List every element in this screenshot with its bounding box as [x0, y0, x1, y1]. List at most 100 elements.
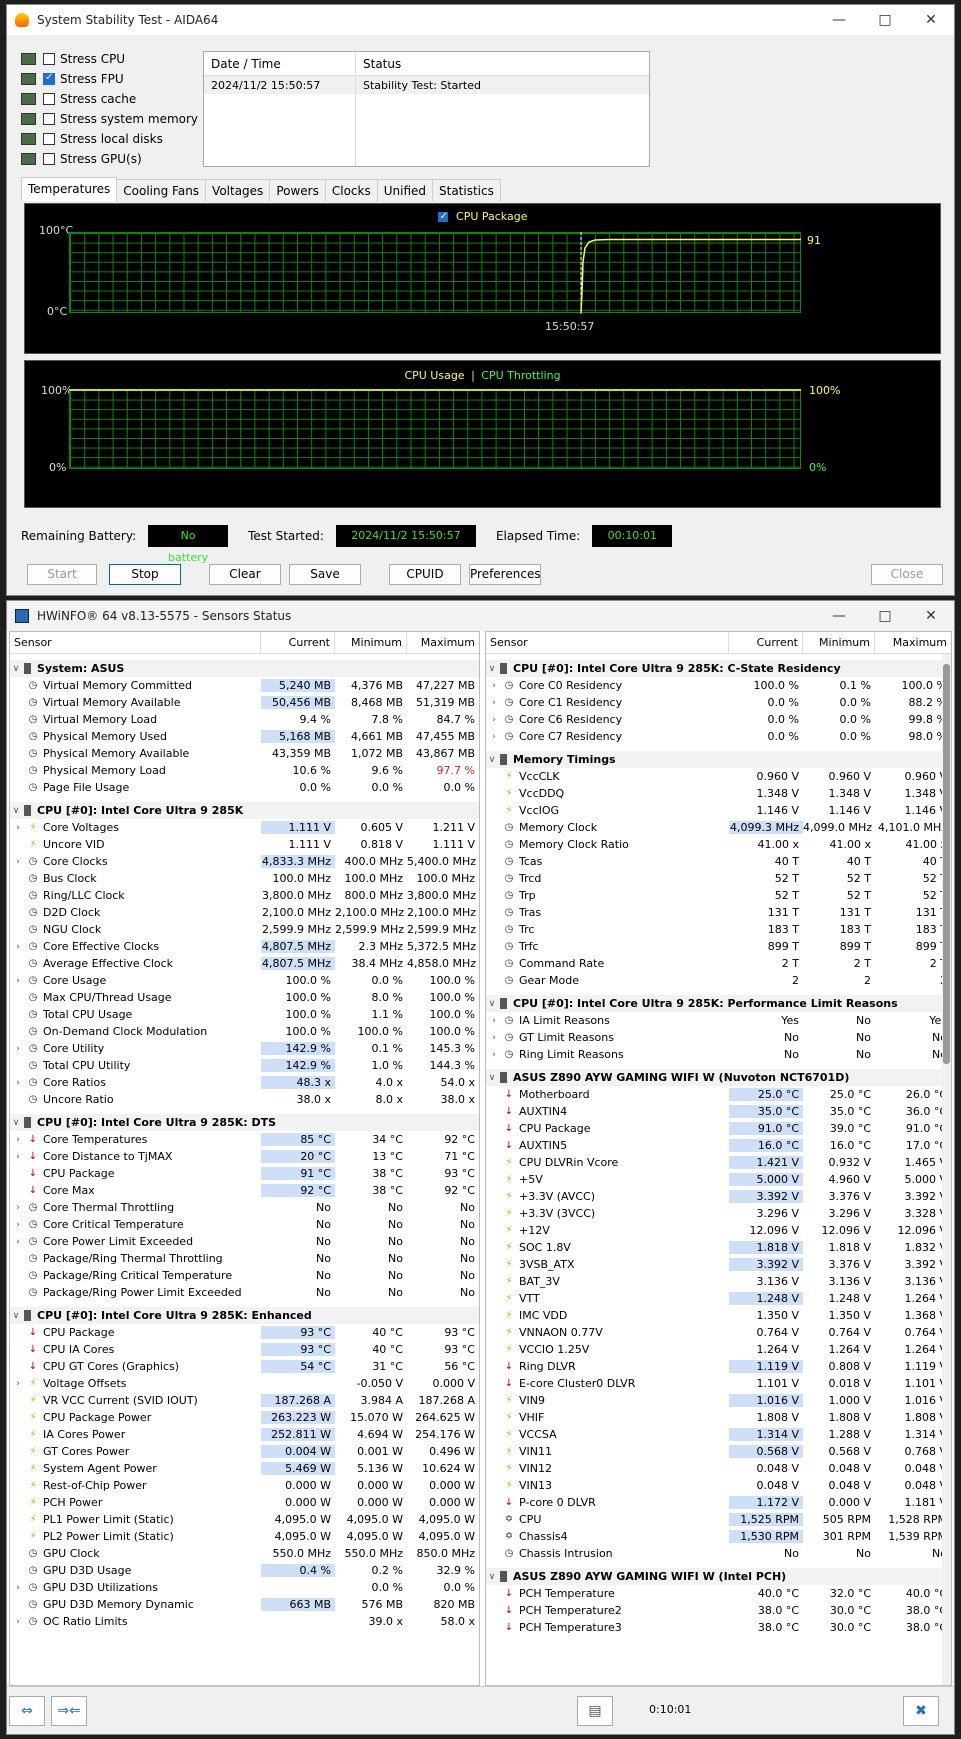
sensor-row[interactable]: › ◷ GT Limit Reasons No No No — [486, 1029, 951, 1046]
sensor-row[interactable]: ◷ NGU Clock 2,599.9 MHz 2,599.9 MHz 2,599.9 … — [10, 921, 479, 938]
minimize-icon[interactable]: — — [816, 608, 862, 624]
sensor-row[interactable]: ◷ Package/Ring Thermal Throttling No No No — [10, 1250, 479, 1267]
sensor-group[interactable]: ∨ CPU [#0]: Intel Core Ultra 9 285K — [10, 802, 479, 819]
sensor-row[interactable]: ⚡ +5V 5.000 V 4.960 V 5.000 V — [486, 1171, 951, 1188]
sensor-row[interactable]: ⚡ VIN9 1.016 V 1.000 V 1.016 V — [486, 1392, 951, 1409]
sensor-row[interactable]: ↓ CPU Package 91.0 °C 39.0 °C 91.0 °C — [486, 1120, 951, 1137]
sensor-row[interactable]: ⚡ VTT 1.248 V 1.248 V 1.264 V — [486, 1290, 951, 1307]
sensor-row[interactable]: › ↓ Core Distance to TjMAX 20 °C 13 °C 71 °C — [10, 1148, 479, 1165]
expand-chevron-icon[interactable]: › — [10, 1203, 26, 1213]
cpu-package-legend-checkbox[interactable] — [437, 211, 448, 222]
sensor-row[interactable]: › ↓ Core Temperatures 85 °C 34 °C 92 °C — [10, 1131, 479, 1148]
sensor-row[interactable]: ◷ On-Demand Clock Modulation 100.0 % 100.0 … — [10, 1023, 479, 1040]
expand-chevron-icon[interactable]: › — [486, 715, 502, 725]
tab-unified[interactable]: Unified — [376, 179, 433, 201]
expand-chevron-icon[interactable]: › — [10, 1379, 26, 1389]
sensor-row[interactable]: ↓ PCH Temperature3 38.0 °C 30.0 °C 38.0 °C — [486, 1619, 951, 1636]
sensor-row[interactable]: ⚡ PL2 Power Limit (Static) 4,095.0 W 4,095.… — [10, 1528, 479, 1545]
sensor-row[interactable]: ◷ Uncore Ratio 38.0 x 8.0 x 38.0 x — [10, 1091, 479, 1108]
sensor-row[interactable]: ⚡ VCCSA 1.314 V 1.288 V 1.314 V — [486, 1426, 951, 1443]
collapse-chevron-icon[interactable]: ∨ — [10, 1118, 22, 1128]
sensor-row[interactable]: › ◷ Ring Limit Reasons No No No — [486, 1046, 951, 1063]
sensor-row[interactable]: › ◷ Core C6 Residency 0.0 % 0.0 % 99.8 % — [486, 711, 951, 728]
sensor-row[interactable]: › ◷ IA Limit Reasons Yes No Yes — [486, 1012, 951, 1029]
sensor-row[interactable]: ↓ PCH Temperature2 38.0 °C 30.0 °C 38.0 °C — [486, 1602, 951, 1619]
sensor-row[interactable]: ✡ CPU 1,525 RPM 505 RPM 1,528 RPM — [486, 1511, 951, 1528]
start-button[interactable]: Start — [27, 564, 97, 585]
sensor-row[interactable]: ◷ Physical Memory Load 10.6 % 9.6 % 97.7 % — [10, 762, 479, 779]
sensor-row[interactable]: ◷Gear Mode222 — [486, 972, 951, 989]
sensor-row[interactable]: ◷ Memory Clock Ratio 41.00 x 41.00 x 41.00 x — [486, 836, 951, 853]
sensor-row[interactable]: › ◷ Core Thermal Throttling No No No — [10, 1199, 479, 1216]
sensor-row[interactable]: › ◷ Core C7 Residency 0.0 % 0.0 % 98.0 % — [486, 728, 951, 745]
sensor-row[interactable]: ◷ Max CPU/Thread Usage 100.0 % 8.0 % 100.0 % — [10, 989, 479, 1006]
sensor-row[interactable]: ⚡ SOC 1.8V 1.818 V 1.818 V 1.832 V — [486, 1239, 951, 1256]
sensor-row[interactable]: ◷ Memory Clock 4,099.3 MHz 4,099.0 MHz 4,101… — [486, 819, 951, 836]
log-col-status[interactable]: Status — [356, 57, 401, 71]
minimize-icon[interactable]: — — [816, 12, 862, 28]
sensor-row[interactable]: › ◷ OC Ratio Limits 39.0 x 58.0 x — [10, 1613, 479, 1630]
sensor-row[interactable]: ⚡ +12V 12.096 V 12.096 V 12.096 V — [486, 1222, 951, 1239]
sensor-row[interactable]: ⚡ BAT_3V 3.136 V 3.136 V 3.136 V — [486, 1273, 951, 1290]
tab-powers[interactable]: Powers — [269, 179, 326, 201]
maximize-icon[interactable]: □ — [862, 608, 908, 624]
sensor-row[interactable]: ↓ CPU Package 91 °C 38 °C 93 °C — [10, 1165, 479, 1182]
sensor-row[interactable]: ⚡ VNNAON 0.77V 0.764 V 0.764 V 0.764 V — [486, 1324, 951, 1341]
sensor-row[interactable]: ◷ Virtual Memory Load 9.4 % 7.8 % 84.7 % — [10, 711, 479, 728]
sensor-row[interactable]: ◷ Virtual Memory Available 50,456 MB 8,468 … — [10, 694, 479, 711]
sensor-row[interactable]: ◷ GPU Clock 550.0 MHz 550.0 MHz 850.0 MHz — [10, 1545, 479, 1562]
sensor-row[interactable]: ◷ Total CPU Usage 100.0 % 1.1 % 100.0 % — [10, 1006, 479, 1023]
sensor-group[interactable]: ∨ CPU [#0]: Intel Core Ultra 9 285K: Perf… — [486, 995, 951, 1012]
collapse-chevron-icon[interactable]: ∨ — [10, 806, 22, 816]
sensor-row[interactable]: ↓ AUXTIN4 35.0 °C 35.0 °C 36.0 °C — [486, 1103, 951, 1120]
sensor-group[interactable]: ∨ Memory Timings — [486, 751, 951, 768]
expand-chevron-icon[interactable]: › — [10, 1152, 26, 1162]
sensor-group[interactable]: ∨ CPU [#0]: Intel Core Ultra 9 285K: DTS — [10, 1114, 479, 1131]
stress-checkbox[interactable] — [43, 113, 55, 125]
sensor-row[interactable]: ◷ Package/Ring Power Limit Exceeded No No No — [10, 1284, 479, 1301]
clear-button[interactable]: Clear — [209, 564, 281, 585]
expand-chevron-icon[interactable]: › — [486, 698, 502, 708]
sensor-row[interactable]: ◷ Average Effective Clock 4,807.5 MHz 38.4 … — [10, 955, 479, 972]
sensor-row[interactable]: ⚡ IMC VDD 1.350 V 1.350 V 1.368 V — [486, 1307, 951, 1324]
sensor-row[interactable]: ↓ Core Max 92 °C 38 °C 92 °C — [10, 1182, 479, 1199]
sensor-row[interactable]: ⚡ CPU Package Power 263.223 W 15.070 W 264.6… — [10, 1409, 479, 1426]
sensor-row[interactable]: ⚡ System Agent Power 5.469 W 5.136 W 10.624 … — [10, 1460, 479, 1477]
col-current[interactable]: Current — [729, 632, 803, 653]
scrollbar[interactable] — [942, 654, 951, 1685]
expand-chevron-icon[interactable]: › — [10, 857, 26, 867]
col-minimum[interactable]: Minimum — [803, 632, 875, 653]
cpuid-button[interactable]: CPUID — [389, 564, 461, 585]
sensor-group[interactable]: ∨ System: ASUS — [10, 660, 479, 677]
sensor-row[interactable]: ◷ Page File Usage 0.0 % 0.0 % 0.0 % — [10, 779, 479, 796]
sensor-row[interactable]: ◷ Trc 183 T 183 T 183 T — [486, 921, 951, 938]
sensor-row[interactable]: ◷ Virtual Memory Committed 5,240 MB 4,376 M… — [10, 677, 479, 694]
maximize-icon[interactable]: □ — [862, 12, 908, 28]
sensor-row[interactable]: ⚡ IA Cores Power 252.811 W 4.694 W 254.176 W — [10, 1426, 479, 1443]
sensor-row[interactable]: ◷ Trp 52 T 52 T 52 T — [486, 887, 951, 904]
col-minimum[interactable]: Minimum — [335, 632, 407, 653]
collapse-chevron-icon[interactable]: ∨ — [486, 1572, 498, 1582]
col-sensor[interactable]: Sensor — [486, 632, 729, 653]
sensor-row[interactable]: ⚡ PL1 Power Limit (Static) 4,095.0 W 4,095.… — [10, 1511, 479, 1528]
collapse-chevron-icon[interactable]: ∨ — [486, 664, 498, 674]
preferences-button[interactable]: Preferences — [469, 564, 541, 585]
sensor-row[interactable]: ↓ P-core 0 DLVR 1.172 V 0.000 V 1.181 V — [486, 1494, 951, 1511]
sensor-row[interactable]: ◷ D2D Clock 2,100.0 MHz 2,100.0 MHz 2,100.0 … — [10, 904, 479, 921]
sensor-row[interactable]: › ◷ Core Power Limit Exceeded No No No — [10, 1233, 479, 1250]
sensor-row[interactable]: ⚡ VIN12 0.048 V 0.048 V 0.048 V — [486, 1460, 951, 1477]
stress-option[interactable]: Stress cache — [21, 89, 198, 109]
tab-cooling-fans[interactable]: Cooling Fans — [116, 179, 207, 201]
sensor-row[interactable]: ⚡ VHIF 1.808 V 1.808 V 1.808 V — [486, 1409, 951, 1426]
expand-chevron-icon[interactable]: › — [10, 1220, 26, 1230]
tab-voltages[interactable]: Voltages — [205, 179, 271, 201]
network-icon[interactable]: ▤ — [577, 1696, 613, 1726]
sensor-row[interactable]: ⚡ VCCIO 1.25V 1.264 V 1.264 V 1.264 V — [486, 1341, 951, 1358]
sensor-row[interactable]: ⚡ CPU DLVRin Vcore 1.421 V 0.932 V 1.465 V — [486, 1154, 951, 1171]
navigate-arrows-icon[interactable]: ⇔ — [9, 1696, 45, 1726]
collapse-chevron-icon[interactable]: ∨ — [486, 999, 498, 1009]
sensor-row[interactable]: ◷ GPU D3D Usage 0.4 % 0.2 % 32.9 % — [10, 1562, 479, 1579]
sensor-row[interactable]: ◷ Ring/LLC Clock 3,800.0 MHz 800.0 MHz 3,800… — [10, 887, 479, 904]
expand-chevron-icon[interactable]: › — [10, 1078, 26, 1088]
sensor-row[interactable]: ◷ Tcas 40 T 40 T 40 T — [486, 853, 951, 870]
